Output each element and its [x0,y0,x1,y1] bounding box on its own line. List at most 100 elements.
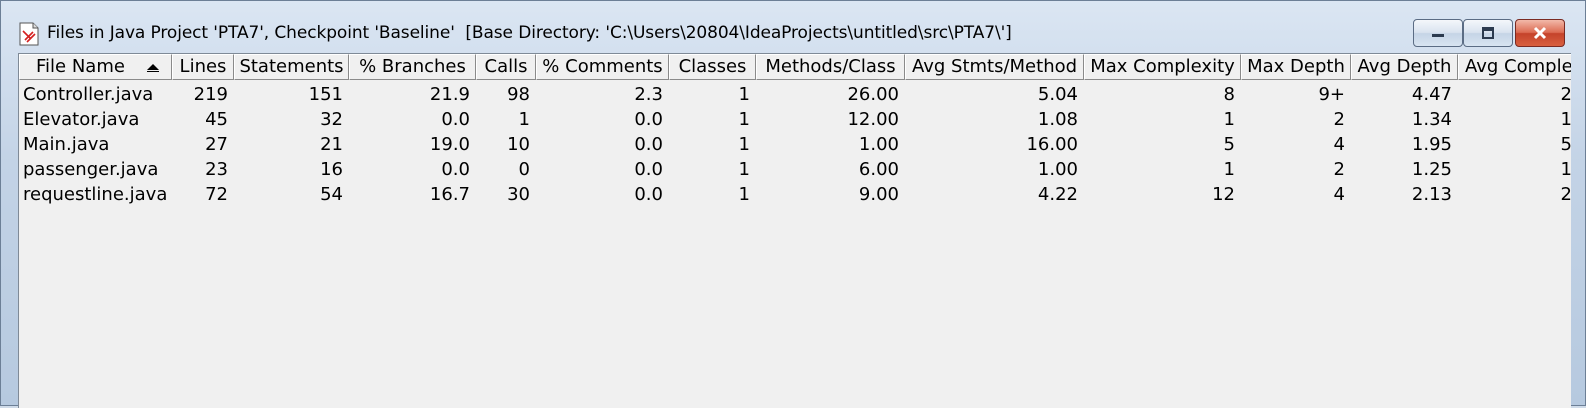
column-header-label: Lines [179,56,227,77]
cell-lines: 45 [205,109,228,130]
sort-ascending-icon [147,64,159,70]
column-header-label: Statements [239,56,344,77]
cell-max-depth: 4 [1333,134,1345,155]
cell-classes: 1 [738,184,750,205]
column-header-comments[interactable]: % Comments [536,54,669,80]
column-header-statements[interactable]: Statements [234,54,349,80]
cell-calls: 98 [507,84,530,105]
cell-lines: 72 [205,184,228,205]
cell-methods-per-class: 26.00 [847,84,899,105]
column-header-lines[interactable]: Lines [172,54,234,80]
cell-statements: 151 [308,84,343,105]
column-header-label: Avg Stmts/Method [911,56,1078,77]
title-bar[interactable]: Files in Java Project 'PTA7', Checkpoint… [1,1,1585,51]
column-header-methods-per-class[interactable]: Methods/Class [756,54,905,80]
column-header-branches[interactable]: % Branches [349,54,476,80]
cell-file-name: passenger.java [23,159,159,180]
cell-file-name: Elevator.java [23,109,140,130]
cell-max-depth: 9+ [1318,84,1345,105]
cell-classes: 1 [738,159,750,180]
column-header-label: Classes [678,56,747,77]
cell-classes: 1 [738,84,750,105]
cell-avg-depth: 4.47 [1411,84,1452,105]
column-header-label: Avg Comple [1465,56,1571,77]
cell-branches: 19.0 [429,134,470,155]
column-header-avg-stmts-per-method[interactable]: Avg Stmts/Method [905,54,1084,80]
cell-comments: 0.0 [634,159,663,180]
cell-avg-complexity: 2 [1560,184,1571,205]
table-row[interactable]: Main.java 27 21 19.0 10 0.0 1 1.00 16.00 5 4 1.95 5 [19,132,1571,157]
cell-classes: 1 [738,134,750,155]
file-metrics-table: File Name Lines Statements % Branches Calls%… [18,53,1571,408]
java-file-icon [19,22,39,46]
table-row[interactable]: passenger.java 23 16 0.0 0 0.0 1 6.00 1.00 1 2 1.25… [19,157,1571,182]
maximize-button[interactable] [1463,19,1513,47]
cell-branches: 0.0 [441,109,470,130]
cell-avg-depth: 1.95 [1411,134,1452,155]
column-header-max-depth[interactable]: Max Depth [1241,54,1351,80]
cell-branches: 16.7 [429,184,470,205]
cell-avg-stmts-per-method: 4.22 [1037,184,1078,205]
column-header-label: Max Depth [1247,56,1345,77]
column-header-label: Calls [484,56,528,77]
close-button[interactable] [1515,19,1565,47]
cell-max-complexity: 5 [1223,134,1235,155]
cell-classes: 1 [738,109,750,130]
cell-avg-stmts-per-method: 1.00 [1037,159,1078,180]
column-header-label: File Name [36,56,125,77]
cell-file-name: Controller.java [23,84,154,105]
cell-avg-stmts-per-method: 1.08 [1037,109,1078,130]
cell-calls: 10 [507,134,530,155]
cell-comments: 0.0 [634,184,663,205]
cell-max-complexity: 1 [1223,159,1235,180]
cell-max-complexity: 1 [1223,109,1235,130]
minimize-icon [1432,34,1444,37]
cell-max-complexity: 8 [1223,84,1235,105]
app-window: Files in Java Project 'PTA7', Checkpoint… [0,0,1586,408]
cell-methods-per-class: 6.00 [858,159,899,180]
cell-calls: 0 [518,159,530,180]
column-header-max-complexity[interactable]: Max Complexity [1084,54,1241,80]
column-header-classes[interactable]: Classes [669,54,756,80]
column-header-label: Methods/Class [765,56,896,77]
cell-methods-per-class: 9.00 [858,184,899,205]
window-title: Files in Java Project 'PTA7', Checkpoint… [47,23,1012,43]
column-header-label: Max Complexity [1090,56,1235,77]
cell-max-depth: 4 [1333,184,1345,205]
cell-avg-complexity: 2 [1560,84,1571,105]
cell-avg-depth: 1.34 [1411,109,1452,130]
table-row[interactable]: Elevator.java 45 32 0.0 1 0.0 1 12.00 1.08 1 2 1.34… [19,107,1571,132]
column-header-label: Avg Depth [1357,56,1452,77]
column-header-avg-depth[interactable]: Avg Depth [1351,54,1458,80]
cell-avg-complexity: 5 [1560,134,1571,155]
cell-avg-depth: 2.13 [1411,184,1452,205]
cell-file-name: Main.java [23,134,110,155]
cell-comments: 2.3 [634,84,663,105]
column-header-file-name[interactable]: File Name [19,54,172,80]
cell-lines: 27 [205,134,228,155]
column-header-avg-complexity[interactable]: Avg Comple [1458,54,1571,80]
cell-comments: 0.0 [634,134,663,155]
cell-statements: 21 [320,134,343,155]
cell-max-depth: 2 [1333,109,1345,130]
cell-methods-per-class: 12.00 [847,109,899,130]
minimize-button[interactable] [1413,19,1463,47]
cell-lines: 219 [193,84,228,105]
cell-avg-stmts-per-method: 16.00 [1026,134,1078,155]
cell-branches: 0.0 [441,159,470,180]
cell-avg-depth: 1.25 [1411,159,1452,180]
cell-statements: 16 [320,159,343,180]
cell-max-depth: 2 [1333,159,1345,180]
table-row[interactable]: Controller.java 219 151 21.9 98 2.3 1 26.00 5.04… [19,82,1571,107]
cell-avg-complexity: 1 [1560,109,1571,130]
table-row[interactable]: requestline.java 72 54 16.7 30 0.0 1 9.00 4.22 12… [19,182,1571,207]
cell-avg-stmts-per-method: 5.04 [1037,84,1078,105]
column-header-calls[interactable]: Calls [476,54,536,80]
cell-branches: 21.9 [429,84,470,105]
cell-comments: 0.0 [634,109,663,130]
cell-methods-per-class: 1.00 [858,134,899,155]
cell-statements: 54 [320,184,343,205]
cell-file-name: requestline.java [23,184,168,205]
cell-max-complexity: 12 [1212,184,1235,205]
cell-avg-complexity: 1 [1560,159,1571,180]
